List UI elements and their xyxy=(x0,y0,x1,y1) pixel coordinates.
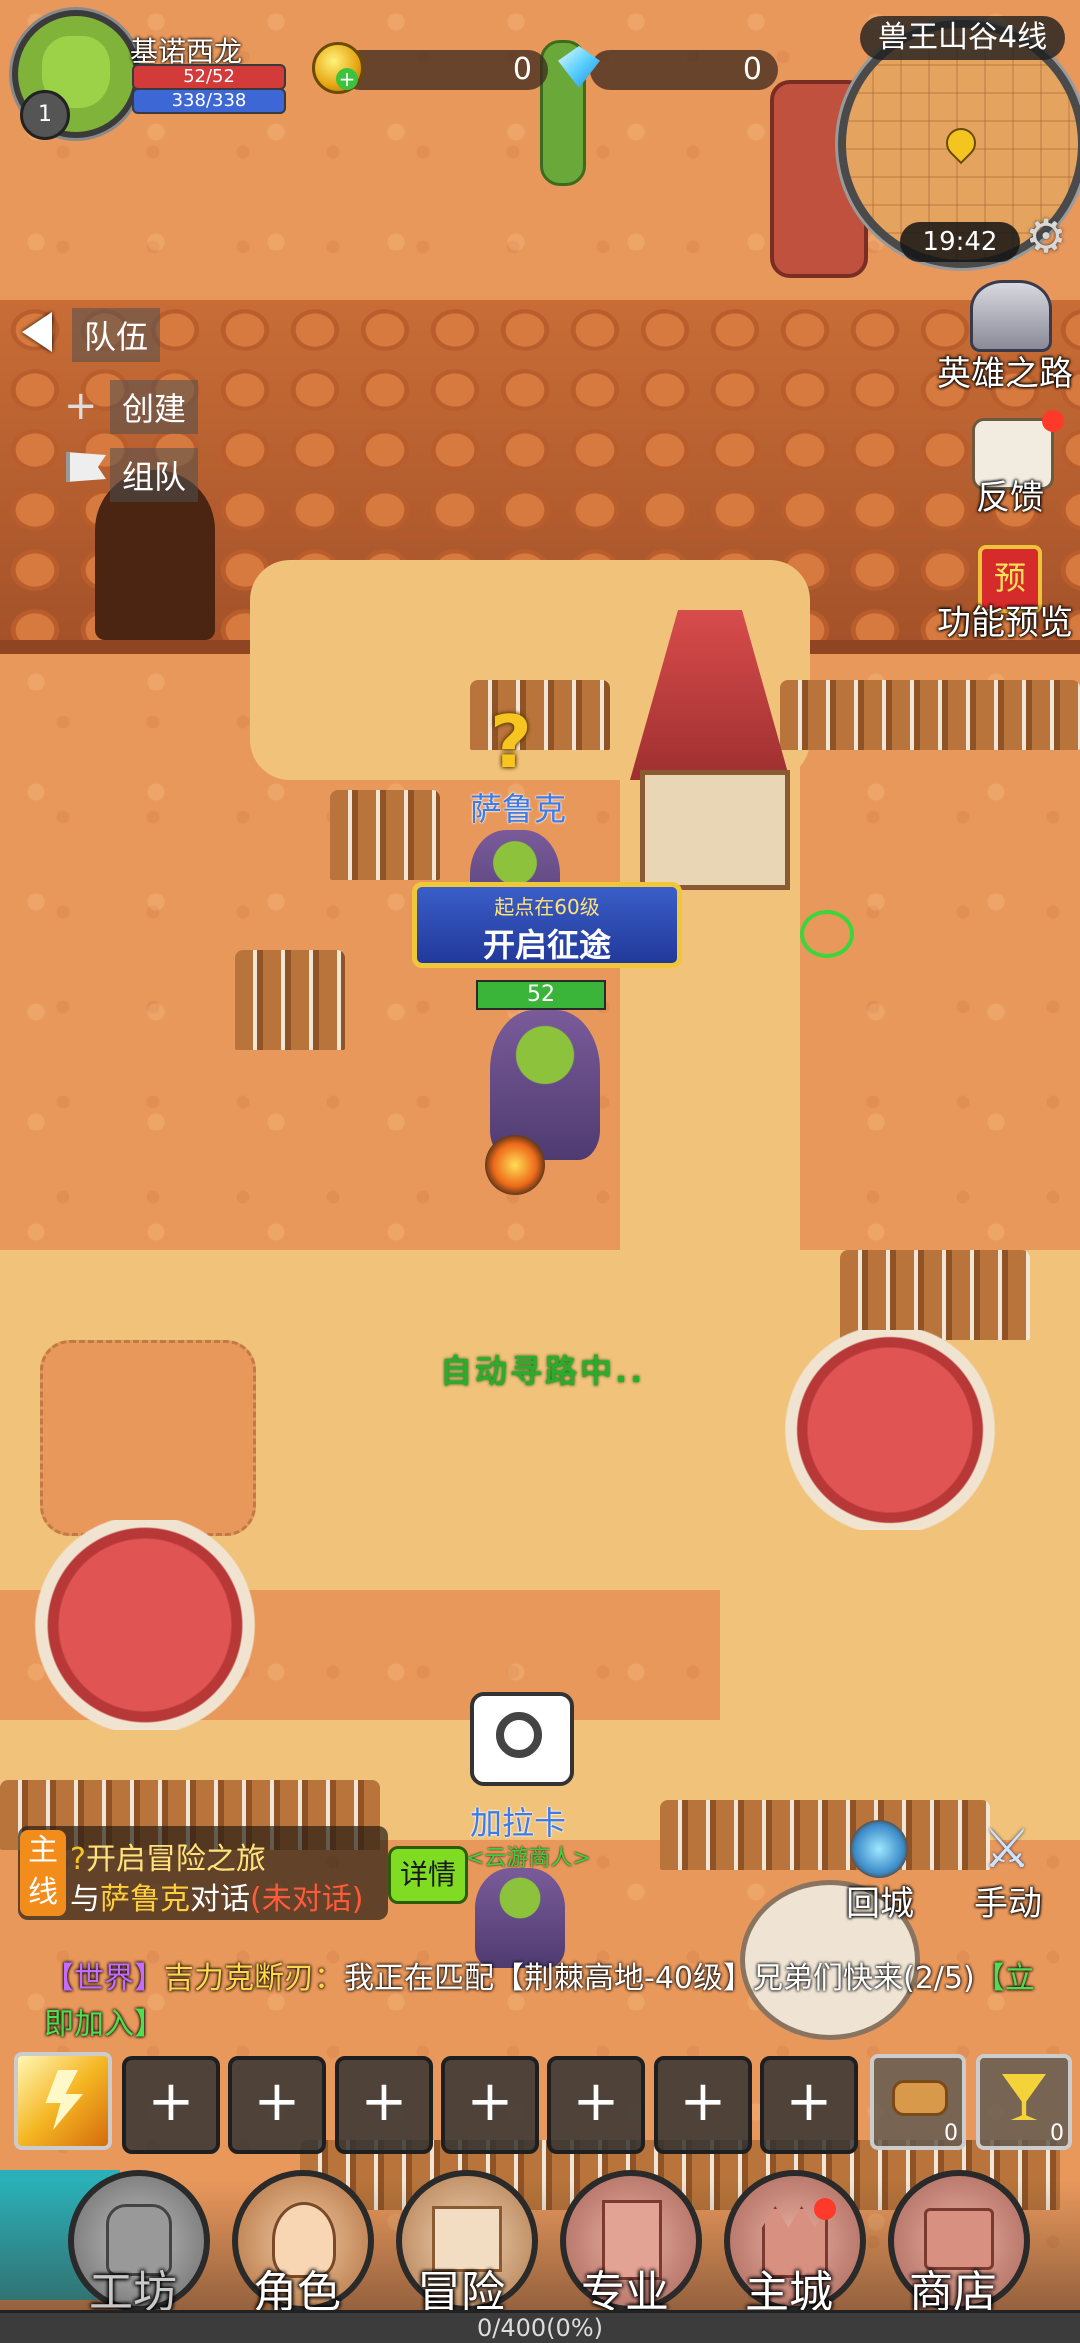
npc-galaka[interactable] xyxy=(475,1868,565,1968)
skill-slot[interactable]: + xyxy=(335,2056,433,2154)
collapse-arrow-icon[interactable] xyxy=(22,312,52,352)
quest-marker-icon: ? xyxy=(490,700,532,784)
merchant-icon-bubble[interactable] xyxy=(470,1692,574,1786)
gold-amount: 0 xyxy=(512,52,532,87)
settings-gear-icon[interactable]: ⚙ xyxy=(1022,212,1070,260)
hp-bar: 52/52 xyxy=(132,64,286,90)
sand-patch xyxy=(40,1340,256,1536)
skill-slot-attack[interactable] xyxy=(14,2052,112,2150)
orc-tower[interactable] xyxy=(640,770,790,890)
red-tent xyxy=(30,1520,260,1730)
quest-title-text: 开启冒险之旅 xyxy=(85,1842,266,1877)
skill-slot[interactable]: + xyxy=(654,2056,752,2154)
quest-prefix: 与 xyxy=(70,1882,100,1917)
create-team-button[interactable]: 创建 xyxy=(110,380,199,434)
quest-details-button[interactable]: 详情 xyxy=(388,1846,468,1904)
npc-galaka-name[interactable]: 加拉卡 xyxy=(470,1798,566,1844)
feature-preview-label: 功能预览 xyxy=(937,603,1073,643)
map-name[interactable]: 兽王山谷4线 xyxy=(860,16,1066,60)
cocktail-icon xyxy=(1002,2074,1046,2120)
quest-action: 对话 xyxy=(190,1882,250,1917)
bread-icon xyxy=(892,2080,948,2116)
quest-npc: 萨鲁克 xyxy=(100,1882,190,1917)
feedback-label: 反馈 xyxy=(976,478,1044,518)
banner-title: 开启征途 xyxy=(482,926,611,964)
campfire xyxy=(485,1135,545,1195)
experience-bar: 0/400(0%) xyxy=(0,2310,1080,2343)
gold-bar[interactable]: 0 xyxy=(340,50,548,90)
feedback-button[interactable]: 反馈 xyxy=(950,410,1070,520)
item-count: 0 xyxy=(944,2121,958,2146)
quest-objective[interactable]: 与萨鲁克对话(未对话) xyxy=(70,1874,363,1918)
wooden-fence xyxy=(840,1250,1030,1340)
auto-pathing-status: 自动寻路中.. xyxy=(440,1352,646,1390)
manual-mode-button[interactable]: ⚔ 手动 xyxy=(958,1817,1058,1925)
portal-icon xyxy=(850,1820,908,1878)
diamond-amount: 0 xyxy=(742,52,762,87)
map-pin-icon xyxy=(939,121,983,165)
feature-preview-button[interactable]: 预 功能预览 xyxy=(930,545,1080,645)
quest-state: (未对话) xyxy=(250,1882,364,1917)
crossed-swords-icon: ⚔ xyxy=(982,1817,1032,1880)
return-city-label: 回城 xyxy=(846,1884,914,1924)
add-gold-icon[interactable]: + xyxy=(336,68,358,90)
wooden-fence xyxy=(235,950,345,1050)
diamond-bar[interactable]: 0 xyxy=(590,50,778,90)
notification-dot xyxy=(814,2198,836,2220)
wooden-fence xyxy=(330,790,440,880)
skill-slot[interactable]: + xyxy=(441,2056,539,2154)
chat-text: 我正在匹配【荆棘高地-40级】兄弟们快来(2/5) xyxy=(344,1961,975,1996)
waypoint-icon xyxy=(800,910,854,958)
join-team-button[interactable]: 组队 xyxy=(110,448,199,502)
return-city-button[interactable]: 回城 xyxy=(830,1820,930,1924)
chat-sender: 吉力克断刃： xyxy=(164,1961,344,1996)
hero-hp-bar: 52 xyxy=(476,980,606,1010)
skill-slot[interactable]: + xyxy=(122,2056,220,2154)
lightning-skill-icon xyxy=(45,2070,83,2130)
world-chat-message[interactable]: 【世界】吉力克断刃：我正在匹配【荆棘高地-40级】兄弟们快来(2/5)【立即加入… xyxy=(44,1956,1044,2048)
quest-marker: ? xyxy=(70,1842,86,1877)
banner-level-text: 起点在60级 xyxy=(494,895,600,919)
wooden-fence xyxy=(780,680,1080,750)
hero-road-label: 英雄之路 xyxy=(937,354,1073,394)
npc-saruk-name[interactable]: 萨鲁克 xyxy=(470,784,566,830)
manual-mode-label: 手动 xyxy=(974,1884,1042,1924)
red-tent xyxy=(780,1330,1000,1530)
notification-dot xyxy=(1042,410,1064,432)
gear-box-icon xyxy=(496,1712,542,1758)
helmet-icon xyxy=(970,280,1052,352)
item-count: 0 xyxy=(1050,2121,1064,2146)
main-quest-tag: 主线 xyxy=(20,1830,66,1916)
wooden-fence xyxy=(660,1800,990,1870)
drink-item-slot[interactable]: 0 xyxy=(976,2054,1072,2150)
chat-channel: 【世界】 xyxy=(44,1961,164,1996)
mp-bar: 338/338 xyxy=(132,88,286,114)
plus-icon: + xyxy=(64,383,98,429)
start-journey-banner[interactable]: 起点在60级 开启征途 xyxy=(412,882,682,968)
team-tab[interactable]: 队伍 xyxy=(72,308,161,362)
player-level-badge: 1 xyxy=(20,90,70,140)
skill-slot[interactable]: + xyxy=(547,2056,645,2154)
skill-slot[interactable]: + xyxy=(228,2056,326,2154)
bread-item-slot[interactable]: 0 xyxy=(870,2054,966,2150)
hero-road-button[interactable]: 英雄之路 xyxy=(930,280,1080,394)
skill-slot[interactable]: + xyxy=(760,2056,858,2154)
quest-title[interactable]: ?开启冒险之旅 xyxy=(70,1834,266,1878)
game-clock: 19:42 xyxy=(900,222,1020,262)
